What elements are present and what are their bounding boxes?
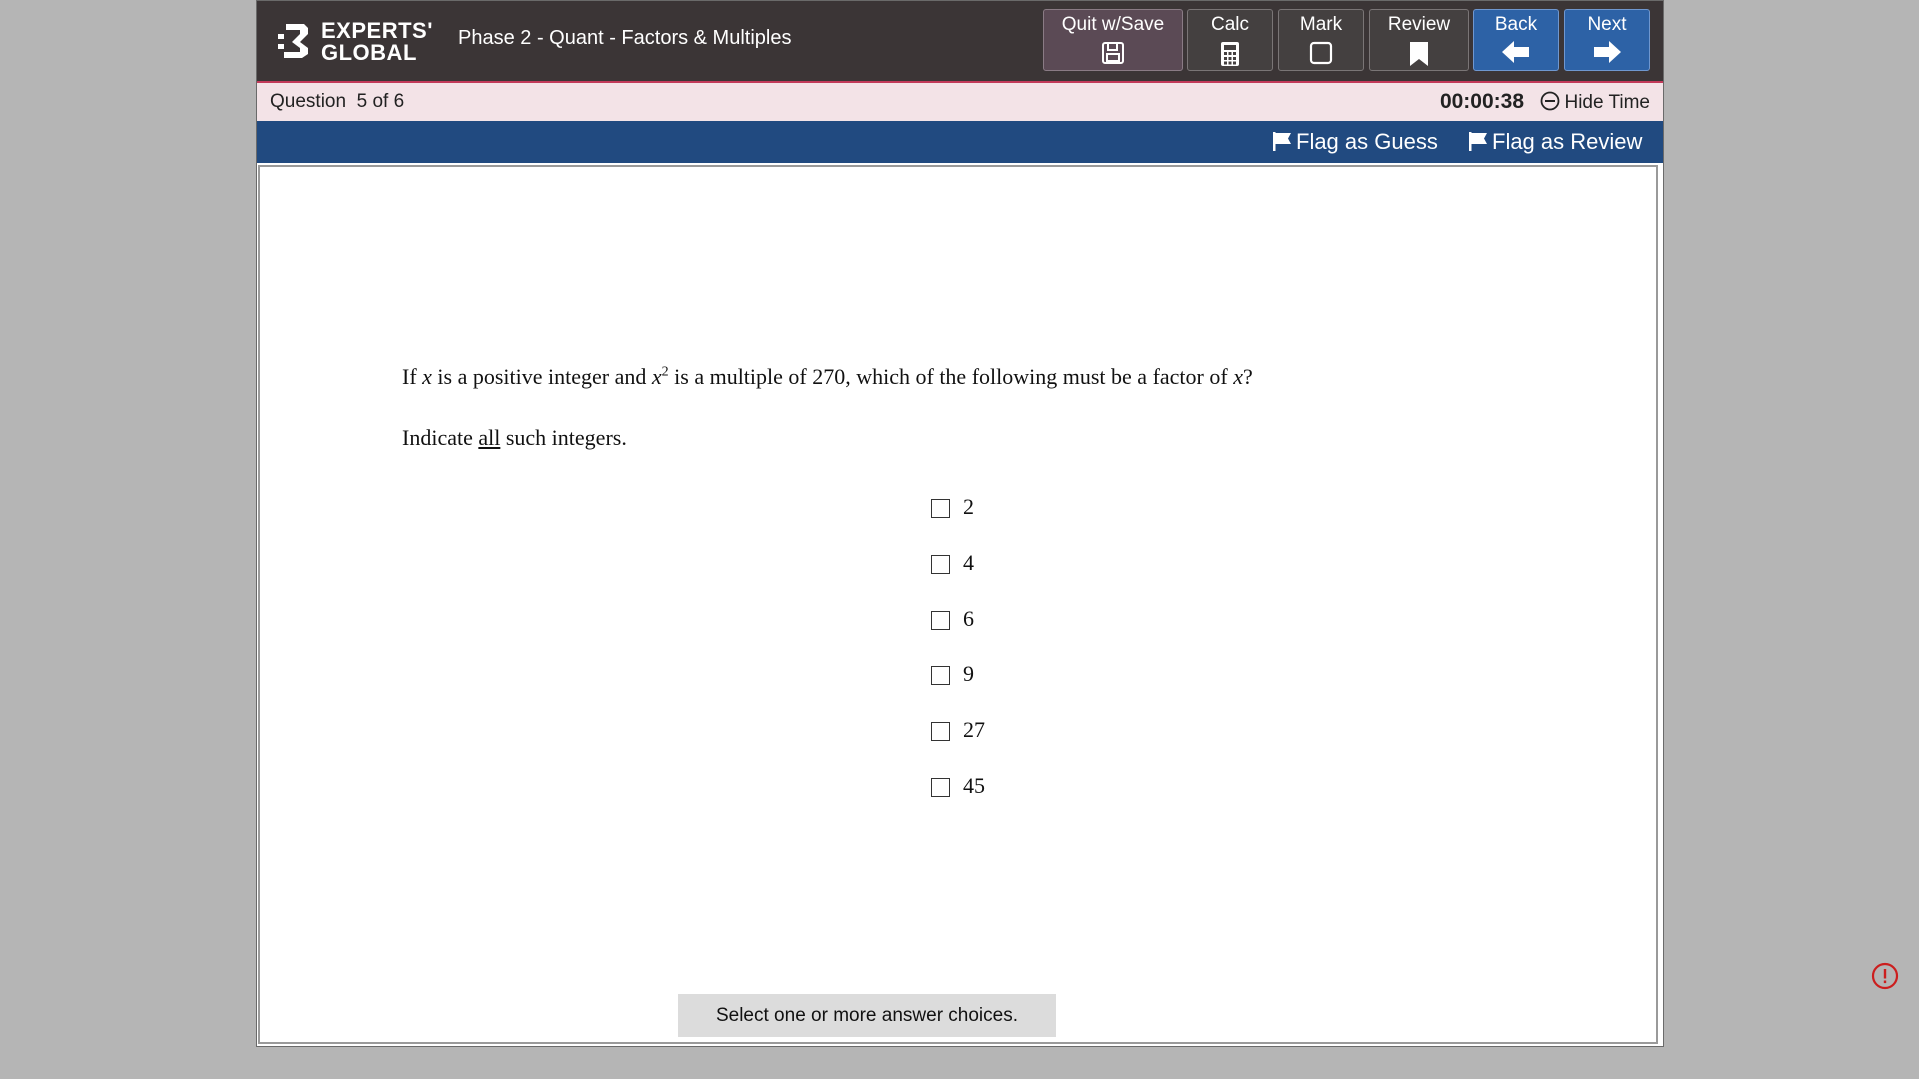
choice-text: 9 (963, 661, 974, 686)
hide-time-button[interactable]: Hide Time (1540, 91, 1650, 114)
minus-circle-icon (1541, 91, 1560, 111)
choice-text: 2 (963, 494, 974, 519)
arrow-right-icon (1594, 41, 1621, 63)
hide-time-label: Hide Time (1564, 92, 1650, 113)
timer: 00:00:38 (1439, 90, 1524, 113)
choice-text: 27 (963, 717, 985, 742)
bookmark-icon (1410, 42, 1428, 66)
instruction-emphasis: all (478, 425, 501, 450)
choice-text: 4 (963, 550, 974, 575)
flag-bar: Flag as Guess Flag as Review (256, 121, 1664, 163)
instruction-part: such integers. (500, 425, 627, 450)
header-bar: EXPERTS' GLOBAL Phase 2 - Quant - Factor… (256, 0, 1664, 83)
flag-as-review-button[interactable]: Flag as Review (1468, 129, 1642, 155)
experts-global-logo: EXPERTS' GLOBAL (278, 20, 432, 66)
question-instruction: Indicate all such integers. (402, 425, 627, 451)
question-counter: Question 5 of 6 (270, 91, 405, 112)
quit-save-button[interactable]: Quit w/Save (1043, 9, 1183, 71)
flag-icon (1273, 132, 1291, 151)
flag-icon (1469, 132, 1487, 151)
test-title: Phase 2 - Quant - Factors & Multiples (458, 27, 792, 49)
logo-text-line2: GLOBAL (321, 40, 417, 65)
question-panel: If x is a positive integer and x2 is a m… (258, 165, 1658, 1044)
logo-mark-icon (278, 24, 308, 58)
choice-text: 45 (963, 773, 985, 798)
checkbox[interactable] (931, 778, 950, 797)
review-button[interactable]: Review (1369, 9, 1469, 71)
choice-text: 6 (963, 606, 974, 631)
test-window: EXPERTS' GLOBAL Phase 2 - Quant - Factor… (256, 0, 1664, 1047)
calc-button[interactable]: Calc (1187, 9, 1273, 71)
logo-text-line1: EXPERTS' (321, 18, 433, 43)
flag-as-guess-label: Flag as Guess (1296, 129, 1438, 154)
stem-part: is a positive integer and (431, 364, 652, 389)
stem-part: ? (1242, 364, 1253, 389)
quit-save-label: Quit w/Save (1061, 14, 1165, 35)
checkbox[interactable] (931, 555, 950, 574)
calc-label: Calc (1210, 14, 1249, 35)
stem-part: is a multiple of 270, which of the follo… (668, 364, 1234, 389)
mark-label: Mark (1299, 14, 1343, 35)
calculator-icon (1221, 42, 1239, 66)
variable-x: x (651, 364, 662, 389)
checkbox[interactable] (931, 722, 950, 741)
checkbox[interactable] (931, 666, 950, 685)
instruction-part: Indicate (402, 425, 479, 450)
arrow-left-icon (1502, 41, 1529, 63)
exponent: 2 (661, 364, 669, 380)
next-label: Next (1587, 14, 1627, 35)
back-button[interactable]: Back (1473, 9, 1559, 71)
mark-checkbox-icon (1309, 41, 1333, 65)
variable-x: x (1233, 364, 1243, 389)
next-button[interactable]: Next (1564, 9, 1650, 71)
flag-as-review-label: Flag as Review (1492, 129, 1643, 154)
checkbox[interactable] (931, 499, 950, 518)
mark-button[interactable]: Mark (1278, 9, 1364, 71)
back-label: Back (1494, 14, 1538, 35)
question-status-bar: Question 5 of 6 00:00:38 Hide Time (256, 83, 1664, 121)
alert-icon[interactable] (1871, 962, 1899, 990)
review-label: Review (1387, 14, 1451, 35)
variable-x: x (422, 364, 432, 389)
flag-as-guess-button[interactable]: Flag as Guess (1272, 129, 1438, 155)
save-icon (1102, 42, 1124, 64)
stem-part: If (402, 364, 423, 389)
checkbox[interactable] (931, 611, 950, 630)
question-stem: If x is a positive integer and x2 is a m… (402, 364, 1253, 390)
selection-prompt: Select one or more answer choices. (678, 994, 1056, 1037)
